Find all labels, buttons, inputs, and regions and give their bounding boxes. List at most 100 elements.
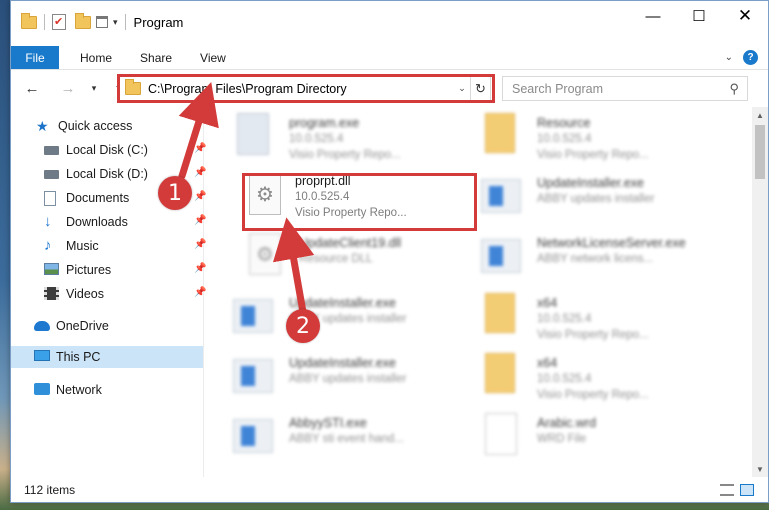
file-description: Visio Property Repo...	[295, 207, 407, 219]
sidebar-item-music[interactable]: ♪ Music	[44, 235, 99, 257]
large-icons-view-icon[interactable]	[740, 484, 754, 496]
file-item[interactable]: UpdateInstaller.exe ABBY updates installe…	[481, 171, 721, 227]
star-icon: ★	[36, 118, 49, 134]
sidebar-item-label: Local Disk (D:)	[66, 167, 148, 181]
chevron-down-icon[interactable]: ⌄	[454, 83, 470, 94]
sidebar-item-label: This PC	[56, 350, 101, 364]
file-item[interactable]: UpdateInstaller.exe ABBY updates installe…	[233, 291, 473, 347]
downloads-icon: ↓	[44, 213, 52, 230]
address-bar[interactable]: C:\Program Files\Program Directory ⌄ ↻	[119, 76, 491, 101]
file-name: NetworkLicenseServer.exe	[537, 236, 686, 250]
tab-file[interactable]: File	[11, 46, 59, 69]
exe-icon	[233, 359, 273, 393]
folder-icon	[485, 113, 515, 153]
minimize-button[interactable]: —	[630, 1, 676, 31]
dll-icon: ⚙	[249, 173, 281, 215]
pin-icon[interactable]: 📌	[194, 287, 206, 298]
pin-icon[interactable]: 📌	[194, 143, 206, 154]
customize-icon[interactable]	[96, 16, 108, 28]
file-item-proprpt-dll[interactable]: ⚙ proprpt.dll 10.0.525.4 Visio Property Re…	[245, 171, 485, 227]
scroll-thumb[interactable]	[755, 125, 765, 179]
forward-button[interactable]: →	[57, 77, 79, 99]
folder-icon	[485, 293, 515, 333]
folder-icon[interactable]	[21, 12, 37, 29]
file-item[interactable]: Arabic.wrd WRD File	[481, 411, 721, 467]
scroll-up-icon[interactable]: ▲	[752, 107, 768, 123]
explorer-window: ▾ Program — ☐ ✕ File Home Share View ⌄ ?…	[10, 0, 769, 503]
file-version: 10.0.525.4	[295, 191, 350, 203]
pin-icon[interactable]: 📌	[194, 191, 206, 202]
refresh-button[interactable]: ↻	[470, 77, 490, 100]
folder-icon	[485, 353, 515, 393]
sidebar-item-onedrive[interactable]: OneDrive	[34, 315, 109, 337]
tab-view[interactable]: View	[186, 46, 240, 69]
address-path[interactable]: C:\Program Files\Program Directory	[148, 82, 454, 96]
details-view-icon[interactable]	[720, 484, 734, 496]
sidebar-item-quick-access[interactable]: ★ Quick access	[36, 115, 132, 137]
file-name: x64	[537, 296, 558, 310]
dll-icon: ⚙	[249, 233, 281, 275]
scroll-down-icon[interactable]: ▼	[752, 461, 768, 477]
sidebar-item-label: Videos	[66, 287, 104, 301]
maximize-button[interactable]: ☐	[676, 1, 722, 31]
sidebar-item-this-pc[interactable]: This PC	[11, 346, 203, 368]
file-item[interactable]: UpdateInstaller.exe ABBY updates installe…	[233, 351, 473, 407]
step-1-badge: 1	[158, 176, 192, 210]
file-item[interactable]: x64 10.0.525.4 Visio Property Repo...	[481, 291, 721, 347]
sidebar-item-documents[interactable]: Documents	[44, 187, 129, 209]
exe-icon	[233, 419, 273, 453]
file-name: UpdateInstaller.exe	[289, 356, 397, 370]
back-button[interactable]: ←	[21, 77, 43, 99]
file-description: Resource DLL	[299, 253, 373, 265]
window-title: Program	[133, 14, 184, 30]
search-input[interactable]: Search Program ⚲	[502, 76, 748, 101]
file-description: Visio Property Repo...	[537, 329, 649, 341]
chevron-down-icon[interactable]: ▾	[113, 17, 118, 28]
properties-icon[interactable]	[52, 14, 66, 30]
sidebar-item-downloads[interactable]: ↓ Downloads	[44, 211, 128, 233]
pin-icon[interactable]: 📌	[194, 239, 206, 250]
pin-icon[interactable]: 📌	[194, 167, 206, 178]
file-item[interactable]: ⚙ UpdateClient19.dll Resource DLL	[245, 231, 485, 287]
expand-ribbon-icon[interactable]: ⌄	[725, 52, 733, 63]
tab-share[interactable]: Share	[126, 46, 186, 69]
network-icon	[34, 383, 50, 395]
new-folder-icon[interactable]	[75, 12, 91, 29]
file-item[interactable]: x64 10.0.525.4 Visio Property Repo...	[481, 351, 721, 407]
close-button[interactable]: ✕	[722, 1, 768, 31]
disk-icon	[44, 146, 59, 155]
view-switcher	[720, 484, 754, 496]
videos-icon	[44, 287, 59, 300]
sidebar-item-label: Downloads	[66, 215, 128, 229]
pin-icon[interactable]: 📌	[194, 215, 206, 226]
sidebar-item-network[interactable]: Network	[34, 379, 102, 401]
status-bar: 112 items	[11, 477, 768, 503]
file-item[interactable]: Resource 10.0.525.4 Visio Property Repo...	[481, 111, 721, 167]
vertical-scrollbar[interactable]: ▲ ▼	[752, 107, 768, 477]
item-count: 112 items	[24, 483, 76, 497]
file-item[interactable]: AbbyySTI.exe ABBY sti event hand...	[233, 411, 473, 467]
pin-icon[interactable]: 📌	[194, 263, 206, 274]
file-item[interactable]: program.exe 10.0.525.4 Visio Property Repo…	[233, 111, 473, 167]
tab-home[interactable]: Home	[59, 46, 126, 69]
sidebar-item-label: Network	[56, 383, 102, 397]
help-icon[interactable]: ?	[743, 50, 758, 65]
sidebar-item-local-disk-d[interactable]: Local Disk (D:)	[44, 163, 148, 185]
search-placeholder: Search Program	[512, 81, 604, 96]
file-item[interactable]: NetworkLicenseServer.exe ABBY network lic…	[481, 231, 721, 287]
sidebar-item-videos[interactable]: Videos	[44, 283, 104, 305]
sidebar-item-label: OneDrive	[56, 319, 109, 333]
file-version: 10.0.525.4	[537, 373, 592, 385]
this-pc-icon	[34, 350, 50, 361]
window-controls: — ☐ ✕	[630, 1, 768, 31]
sidebar-item-pictures[interactable]: Pictures	[44, 259, 111, 281]
file-version: 10.0.525.4	[537, 133, 592, 145]
program-exe-icon	[237, 113, 269, 155]
file-name: program.exe	[289, 116, 360, 130]
sidebar-item-local-disk-c[interactable]: Local Disk (C:)	[44, 139, 148, 161]
search-icon[interactable]: ⚲	[729, 81, 739, 97]
file-name: Resource	[537, 116, 591, 130]
pictures-icon	[44, 263, 59, 275]
recent-locations-chevron-icon[interactable]: ▾	[87, 77, 101, 99]
ribbon-right-controls: ⌄ ?	[725, 46, 768, 69]
